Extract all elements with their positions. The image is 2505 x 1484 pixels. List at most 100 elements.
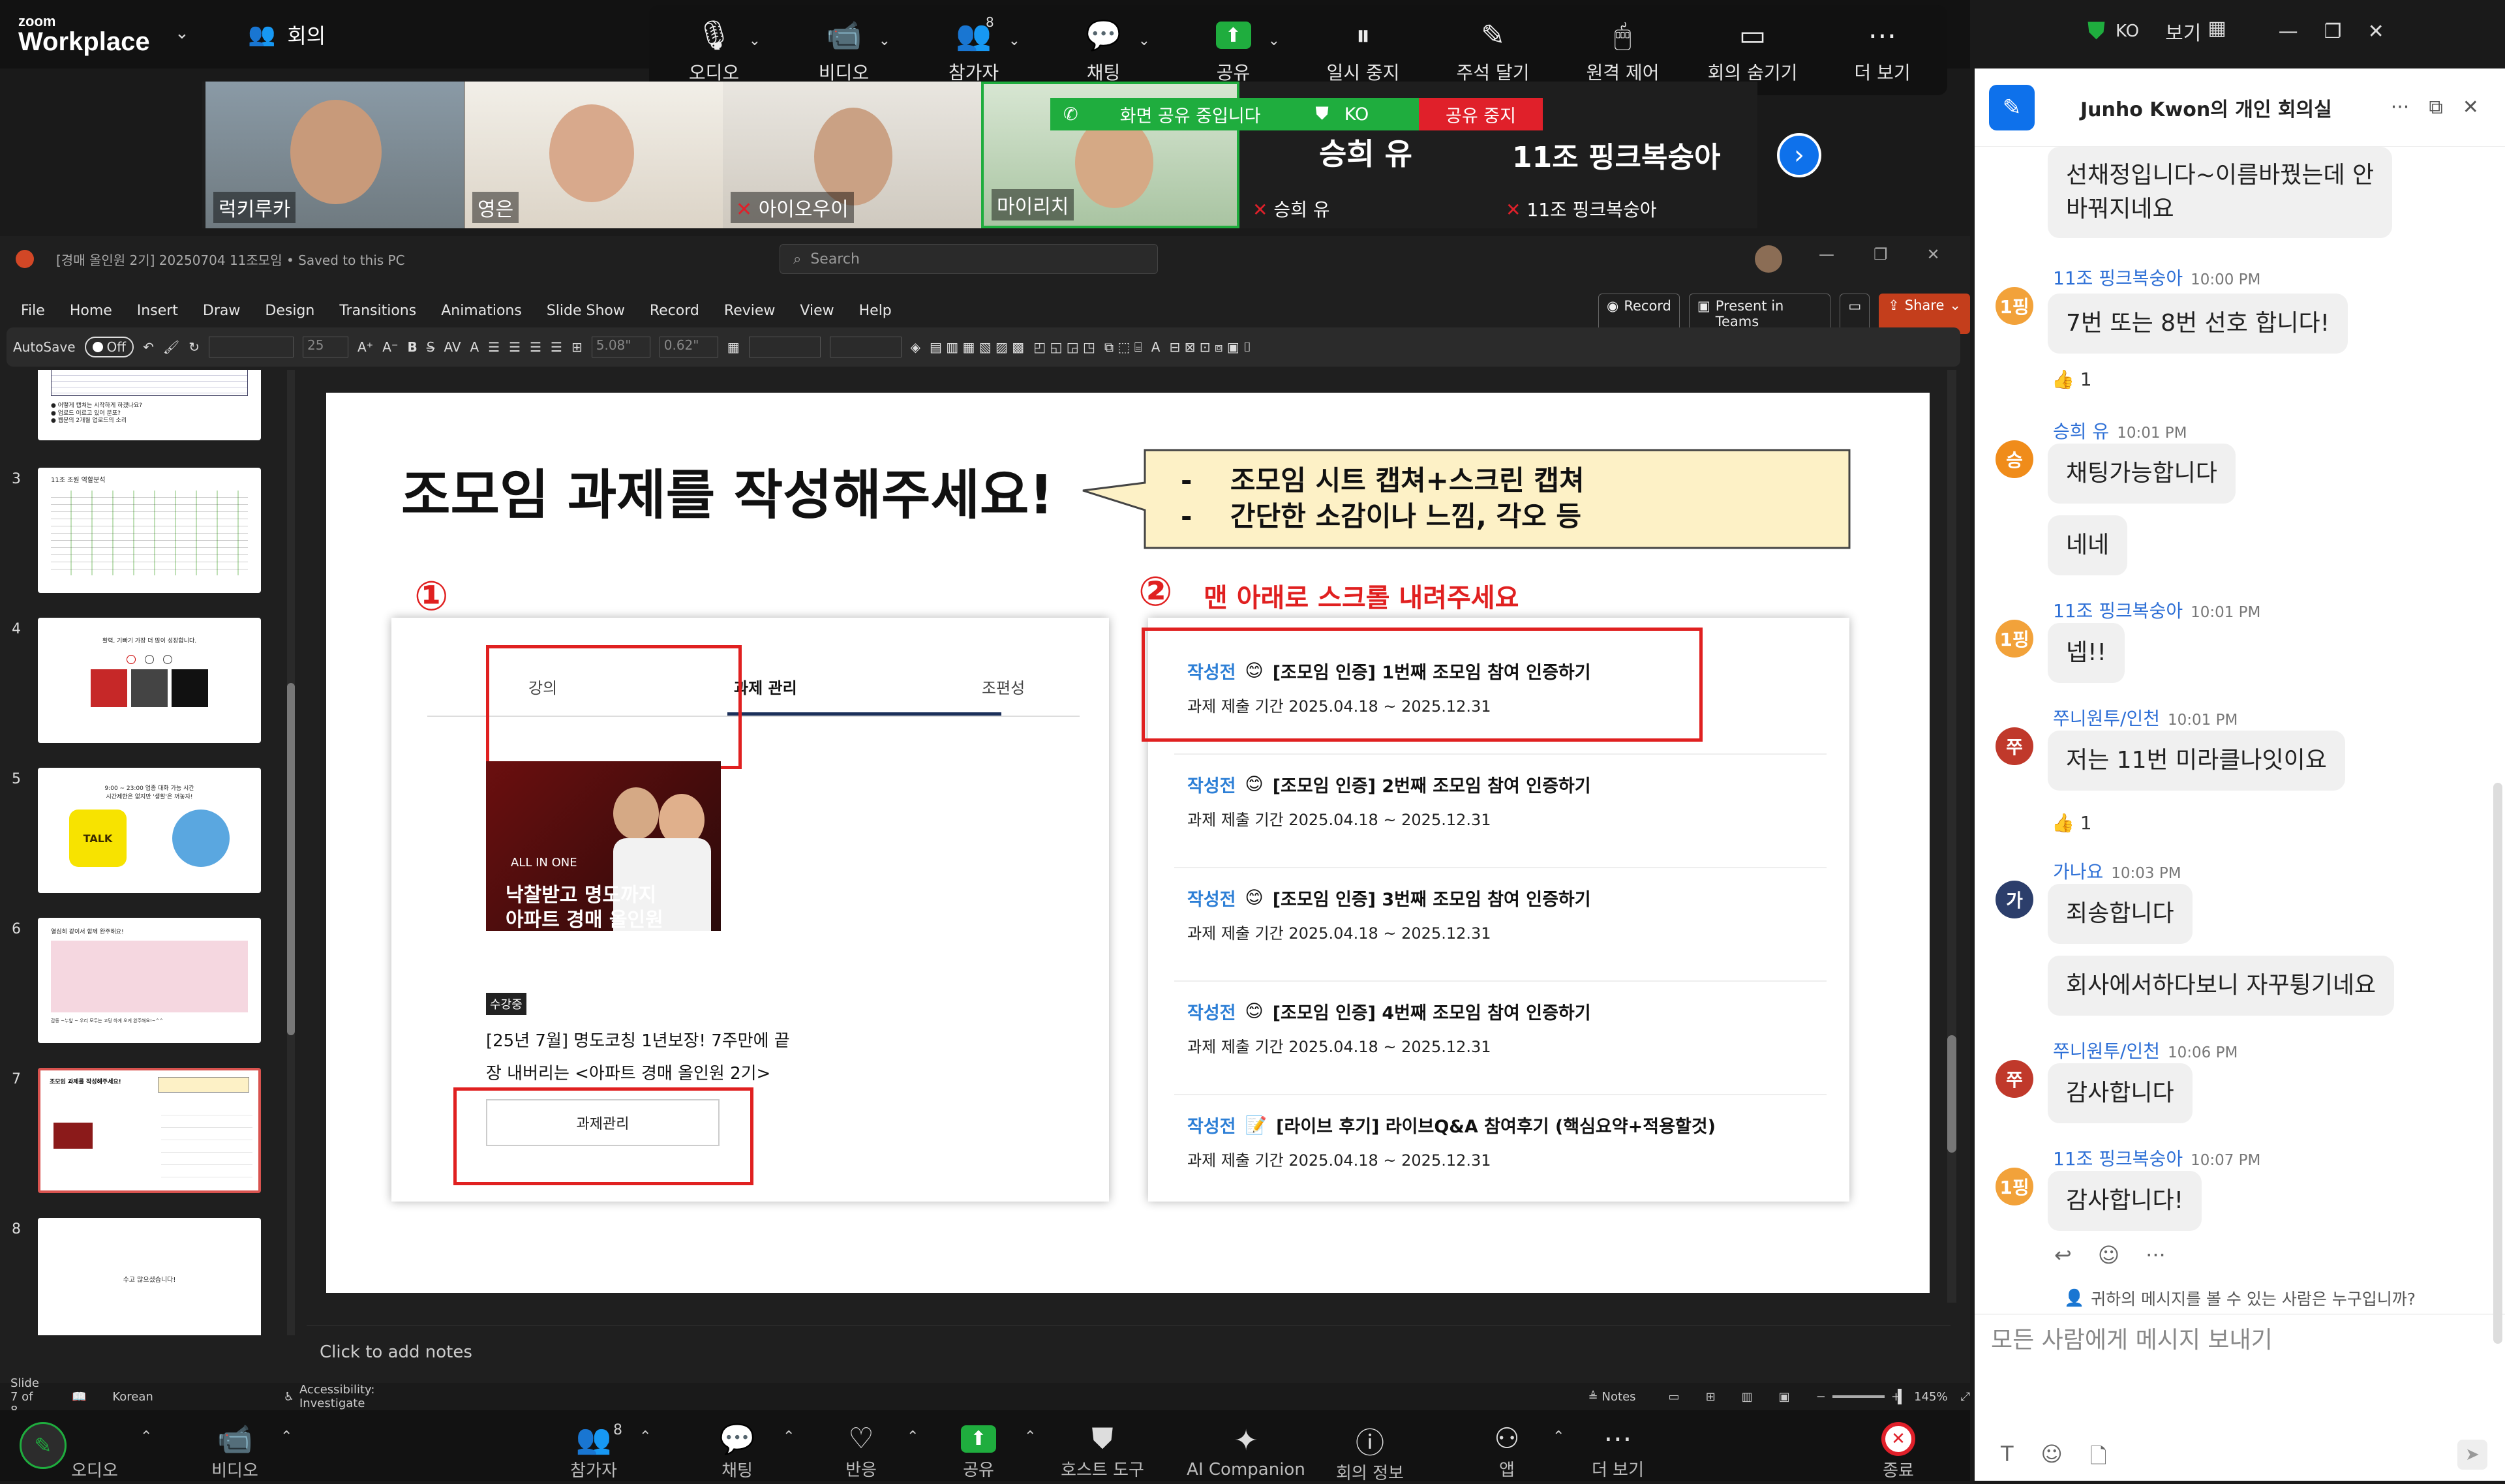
menu-7[interactable]: Slide Show: [547, 303, 625, 319]
more-options-icon[interactable]: ···: [2391, 96, 2410, 119]
reaction-thumbs-up[interactable]: 👍 1: [2052, 812, 2092, 834]
font-color-icon[interactable]: A: [470, 339, 479, 355]
justify-icon[interactable]: ☰: [551, 339, 562, 355]
chevron-up-icon[interactable]: ⌃: [639, 1429, 651, 1445]
chevron-down-icon[interactable]: ⌄: [879, 33, 890, 49]
video-tile-1[interactable]: 럭키루카: [205, 82, 464, 228]
align-left-icon[interactable]: ☰: [488, 339, 500, 355]
notes-icon[interactable]: ≜: [1588, 1390, 1598, 1404]
width-field[interactable]: 5.08": [591, 337, 650, 357]
top-control-9[interactable]: ⋯ 더 보기: [1817, 5, 1947, 95]
font-name-field[interactable]: [208, 337, 294, 357]
chevron-up-icon[interactable]: ⌃: [140, 1429, 152, 1445]
fit-slide-icon[interactable]: ⤢: [1961, 1390, 1970, 1404]
normal-view-icon[interactable]: ▭: [1669, 1390, 1680, 1404]
edit-square-icon[interactable]: ✎: [1989, 84, 2035, 130]
file-icon[interactable]: 🗋: [2090, 1442, 2107, 1477]
menu-10[interactable]: View: [800, 303, 834, 319]
text-format-icon[interactable]: T: [2001, 1442, 2014, 1477]
chevron-down-icon[interactable]: ⌄: [749, 33, 761, 49]
chevron-up-icon[interactable]: ⌃: [783, 1429, 795, 1445]
zoom-out-icon[interactable]: −: [1816, 1390, 1826, 1404]
chevron-up-icon[interactable]: ⌃: [281, 1429, 292, 1445]
chevron-up-icon[interactable]: ⌃: [1553, 1429, 1564, 1445]
zoom-slider[interactable]: [1832, 1389, 1902, 1404]
chat-message-bubble[interactable]: 네네: [2048, 515, 2128, 576]
align-center-icon[interactable]: ☰: [509, 339, 521, 355]
bottom-control-3[interactable]: 💬 채팅: [685, 1410, 789, 1481]
chat-avatar[interactable]: 1핑: [1996, 1168, 2033, 1205]
chevron-down-icon[interactable]: ⌄: [1268, 33, 1280, 49]
visibility-note[interactable]: 👤 귀하의 메시지를 볼 수 있는 사람은 누구입니까?: [1975, 1282, 2505, 1314]
user-avatar[interactable]: [1755, 245, 1782, 273]
more-icon[interactable]: ···: [2146, 1243, 2166, 1267]
fill-icon[interactable]: ◈: [911, 339, 920, 355]
chat-message-bubble[interactable]: 감사합니다: [2048, 1063, 2193, 1124]
chat-input[interactable]: 모든 사람에게 메시지 보내기: [1991, 1321, 2487, 1399]
chevron-down-icon[interactable]: ⌄: [1138, 33, 1150, 49]
chat-message-bubble[interactable]: 저는 11번 미라클나잇이요: [2048, 731, 2345, 791]
restore-icon[interactable]: ❐: [1874, 245, 1888, 264]
emoji-icon[interactable]: ☺: [2041, 1442, 2063, 1477]
bottom-control-9[interactable]: ⚇ 앱: [1455, 1410, 1559, 1481]
annotate-pencil-icon[interactable]: ✎: [20, 1422, 67, 1469]
bottom-control-10[interactable]: ⋯ 더 보기: [1566, 1410, 1670, 1481]
slide-thumbnail-8[interactable]: 수고 많으셨습니다!: [38, 1218, 261, 1335]
char-spacing-icon[interactable]: AV: [444, 339, 461, 355]
chevron-up-icon[interactable]: ⌃: [907, 1429, 918, 1445]
menu-8[interactable]: Record: [650, 303, 699, 319]
layout-icons[interactable]: ⊟ ⊠ ⊡ ⧈ ▣ ⌷: [1169, 339, 1251, 355]
decrease-font-icon[interactable]: A⁻: [382, 339, 398, 355]
bottom-control-4[interactable]: ♡ 반응: [809, 1410, 913, 1481]
bottom-control-7[interactable]: ✦ AI Companion: [1174, 1410, 1318, 1481]
chat-avatar[interactable]: 가: [1996, 881, 2033, 918]
bottom-control-1[interactable]: 📹 비디오: [183, 1410, 287, 1481]
next-page-arrow-icon[interactable]: ›: [1777, 133, 1821, 177]
bottom-control-2[interactable]: 👥 참가자 8: [541, 1410, 646, 1481]
close-icon[interactable]: ✕: [2368, 20, 2384, 43]
menu-11[interactable]: Help: [859, 303, 892, 319]
borders-icon[interactable]: ▤ ▥ ▦ ▧ ▨ ▩: [930, 339, 1024, 355]
menu-0[interactable]: File: [21, 303, 45, 319]
cell-field[interactable]: [748, 337, 821, 357]
menu-6[interactable]: Animations: [441, 303, 522, 319]
slide-thumbnail-4[interactable]: 활력, 기빠기 가장 더 많이 성장합니다.: [38, 618, 261, 743]
height-field[interactable]: 0.62": [659, 337, 718, 357]
popout-icon[interactable]: ⧉: [2429, 96, 2442, 119]
close-icon[interactable]: ✕: [2463, 96, 2479, 119]
shapes-icon[interactable]: ◰ ◱ ◲ ◳: [1033, 339, 1095, 355]
menu-9[interactable]: Review: [724, 303, 776, 319]
chat-avatar[interactable]: 승: [1996, 440, 2033, 478]
chat-message-bubble[interactable]: 회사에서하다보니 자꾸튕기네요: [2048, 956, 2395, 1016]
chevron-down-icon[interactable]: ⌄: [1009, 33, 1020, 49]
slide-canvas[interactable]: 조모임 과제를 작성해주세요! - 조모임 시트 캡쳐+스크린 캡쳐 - 간단한…: [326, 393, 1930, 1293]
undo-icon[interactable]: ↶: [143, 339, 154, 355]
align-right-icon[interactable]: ☰: [530, 339, 541, 355]
presenter-view-icon[interactable]: ▣: [1779, 1390, 1790, 1404]
redo-icon[interactable]: ↻: [189, 339, 200, 355]
ppt-search-box[interactable]: ⌕ Search: [780, 244, 1158, 274]
menu-1[interactable]: Home: [70, 303, 112, 319]
chat-avatar[interactable]: 쭈: [1996, 727, 2033, 765]
video-tile-2[interactable]: 영은: [464, 82, 723, 228]
slide-thumbnail-6[interactable]: 열심히 같이서 함께 완주해요! 감동 ~누앞 ~ 우리 모두는 고딩 하게 오…: [38, 918, 261, 1043]
menu-3[interactable]: Draw: [203, 303, 240, 319]
chat-avatar[interactable]: 1핑: [1996, 287, 2033, 325]
sorter-view-icon[interactable]: ⊞: [1706, 1390, 1716, 1404]
chat-message-bubble[interactable]: 죄송합니다: [2048, 884, 2193, 945]
thumbnail-scrollbar[interactable]: [287, 370, 295, 1335]
bottom-control-8[interactable]: ⓘ 회의 정보: [1318, 1410, 1422, 1483]
font-size-field[interactable]: 25: [302, 337, 348, 357]
zoom-menu-chevron-icon[interactable]: ⌄: [175, 23, 189, 43]
format-painter-icon[interactable]: 🖌: [163, 339, 179, 355]
arrange-icon[interactable]: ⧉ ⬚ ⌸: [1104, 339, 1142, 355]
bottom-control-5[interactable]: ⬆ 공유: [926, 1410, 1031, 1481]
slide-thumbnail-5[interactable]: 9:00 ~ 23:00 업종 대화 가능 시간 시간제한은 없지만 '생활'은…: [38, 768, 261, 893]
video-tile-3[interactable]: ✕ 아이오우이: [723, 82, 981, 228]
close-icon[interactable]: ✕: [1927, 245, 1940, 264]
reaction-thumbs-up[interactable]: 👍 1: [2052, 369, 2092, 390]
cell-field-2[interactable]: [829, 337, 902, 357]
minimize-icon[interactable]: —: [2279, 20, 2298, 43]
meeting-button[interactable]: 👥 회의: [248, 20, 326, 50]
chat-scrollbar[interactable]: [2493, 783, 2502, 1344]
